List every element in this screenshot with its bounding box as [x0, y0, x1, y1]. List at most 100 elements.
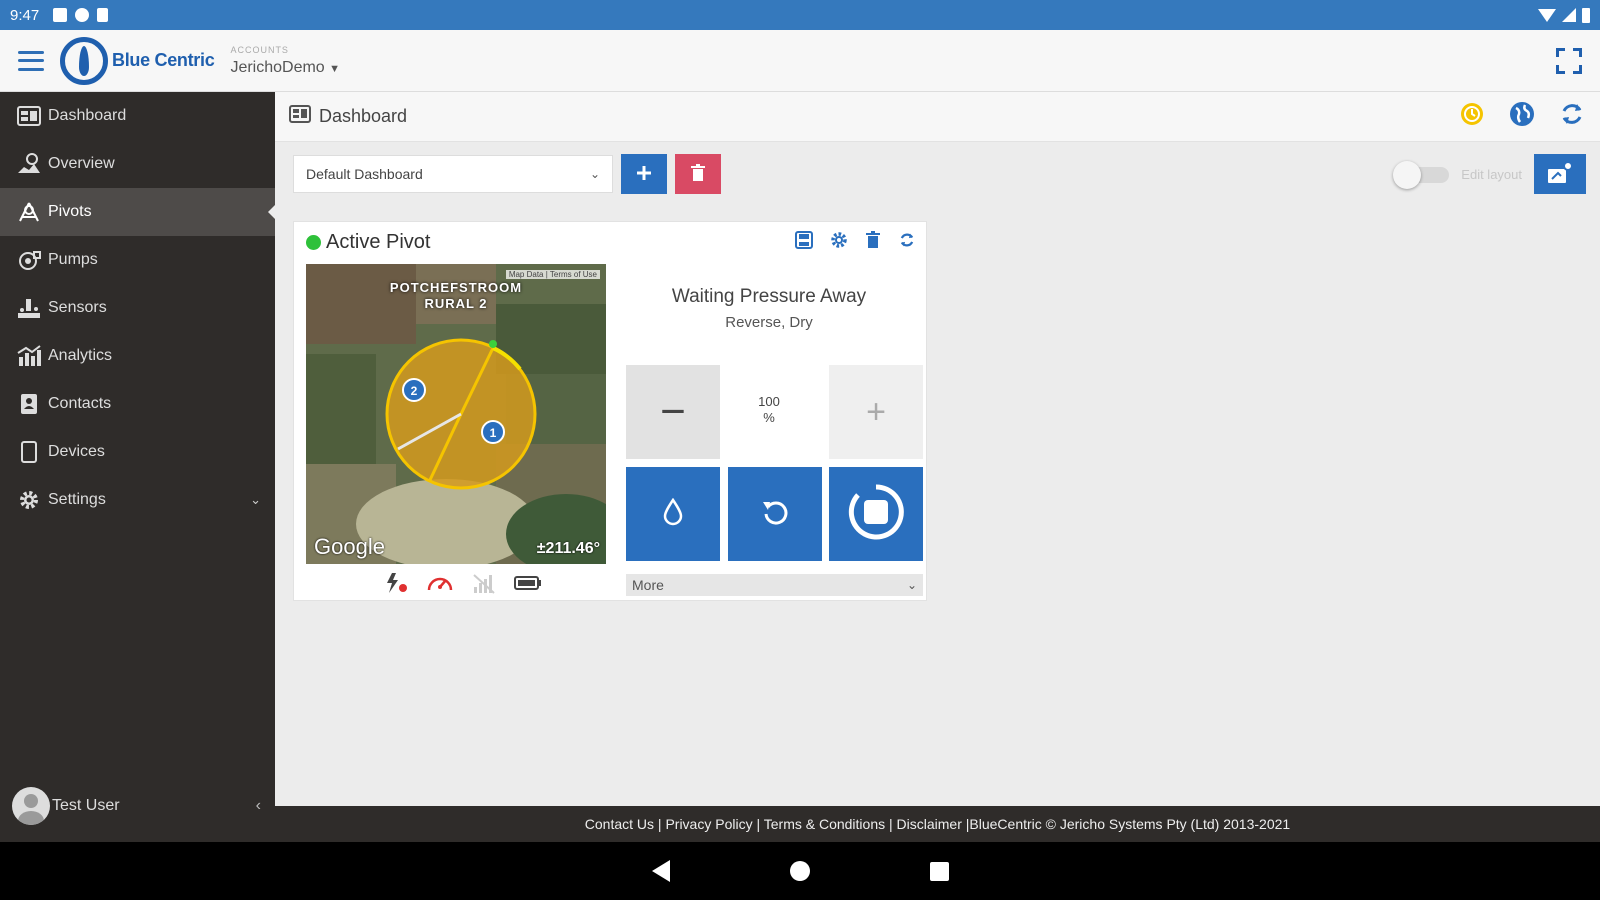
battery-icon [514, 575, 542, 596]
plus-icon: + [866, 392, 886, 431]
status-bar: 9:47 [0, 0, 1600, 30]
minus-icon: − [660, 387, 686, 436]
avatar [12, 787, 50, 825]
notification-icon [53, 8, 68, 22]
sidebar-item-label: Settings [48, 491, 106, 508]
dashboard-toolbar: Default Dashboard ⌄ Edit layout [275, 142, 1600, 206]
water-on-button[interactable] [626, 467, 720, 561]
overview-icon [16, 153, 42, 175]
sd-card-icon [97, 8, 109, 22]
power-fault-icon [384, 572, 408, 599]
svg-text:2: 2 [411, 384, 418, 398]
increase-speed-button[interactable]: + [829, 365, 923, 459]
logo-icon [60, 36, 108, 85]
weather-icon[interactable] [1458, 100, 1486, 133]
more-actions-label: More [632, 577, 664, 593]
sidebar-item-analytics[interactable]: Analytics [0, 332, 275, 380]
pivot-substate: Reverse, Dry [725, 314, 813, 331]
chevron-left-icon[interactable]: ‹ [256, 797, 261, 815]
sidebar-item-label: Sensors [48, 299, 107, 316]
logo: Blue Centric [60, 36, 215, 85]
signal-icon [1562, 8, 1576, 22]
speed-value: 100 [758, 394, 780, 409]
trash-icon[interactable] [865, 230, 881, 254]
speed-display: 100 % [739, 394, 799, 426]
globe-icon[interactable] [1508, 100, 1536, 133]
sidebar-item-label: Dashboard [48, 107, 127, 124]
android-nav-bar [0, 842, 1600, 900]
refresh-icon[interactable] [898, 231, 916, 254]
chevron-down-icon: ⌄ [589, 167, 600, 181]
sidebar: Dashboard Overview Pivots Pumps Sensors … [0, 92, 275, 842]
water-drop-icon [662, 497, 684, 531]
svg-text:1: 1 [490, 426, 497, 440]
more-actions-select[interactable]: More ⌄ [626, 574, 923, 596]
reverse-direction-button[interactable] [728, 467, 822, 561]
sidebar-item-dashboard[interactable]: Dashboard [0, 92, 275, 140]
sidebar-item-label: Devices [48, 443, 105, 460]
undo-icon [760, 497, 790, 532]
chevron-down-icon: ⌄ [250, 492, 261, 507]
footer: Contact Us | Privacy Policy | Terms & Co… [275, 806, 1600, 842]
stop-pivot-button[interactable] [829, 467, 923, 561]
share-icon [1547, 160, 1573, 188]
sidebar-item-label: Pivots [48, 203, 92, 220]
map-provider-logo: Google [314, 534, 385, 559]
sidebar-item-contacts[interactable]: Contacts [0, 380, 275, 428]
main-content: Dashboard Default Dashboard ⌄ Edit layou… [275, 92, 1600, 806]
notification-icon [75, 8, 90, 22]
save-icon[interactable] [795, 230, 813, 254]
add-dashboard-button[interactable] [621, 154, 667, 194]
sidebar-item-sensors[interactable]: Sensors [0, 284, 275, 332]
refresh-icon[interactable] [1558, 100, 1586, 133]
sidebar-item-pumps[interactable]: Pumps [0, 236, 275, 284]
back-icon[interactable] [651, 860, 670, 882]
gear-icon [16, 489, 42, 511]
user-name: Test User [52, 797, 120, 814]
pivot-icon [16, 201, 42, 223]
dashboard-select[interactable]: Default Dashboard ⌄ [293, 155, 613, 193]
edit-layout-toggle[interactable] [1393, 160, 1450, 189]
edit-layout-label: Edit layout [1461, 166, 1522, 182]
pivot-state: Waiting Pressure Away [671, 286, 867, 307]
status-indicator [306, 234, 321, 250]
contacts-icon [16, 393, 42, 415]
battery-icon [1582, 7, 1590, 23]
pivot-map[interactable]: 2 1 Map Data | Terms of Use POTCHEFSTROO… [306, 264, 606, 564]
menu-icon[interactable] [18, 50, 44, 71]
gear-icon[interactable] [830, 231, 848, 254]
speed-unit: % [763, 410, 775, 425]
account-name: JerichoDemo [230, 58, 325, 76]
app-header: Blue Centric ACCOUNTS JerichoDemo ▼ [0, 30, 1600, 92]
footer-links[interactable]: Contact Us | Privacy Policy | Terms & Co… [585, 816, 1290, 832]
decrease-speed-button[interactable]: − [626, 365, 720, 459]
dashboard-icon [289, 105, 311, 128]
trash-icon [690, 163, 706, 185]
pivot-status-icons [384, 572, 542, 599]
home-icon[interactable] [789, 861, 810, 881]
delete-dashboard-button[interactable] [675, 154, 721, 194]
sidebar-item-pivots[interactable]: Pivots [0, 188, 275, 236]
stop-icon [846, 482, 906, 547]
fullscreen-icon[interactable] [1556, 47, 1582, 74]
page-title: Dashboard [319, 106, 408, 126]
widget-title: Active Pivot [326, 230, 431, 253]
dashboard-select-value: Default Dashboard [306, 166, 423, 182]
account-select[interactable]: JerichoDemo ▼ [230, 59, 340, 77]
sidebar-item-settings[interactable]: Settings ⌄ [0, 476, 275, 524]
pump-icon [16, 249, 42, 271]
analytics-icon [16, 345, 42, 367]
map-attribution[interactable]: Map Data | Terms of Use [505, 270, 600, 279]
sidebar-item-devices[interactable]: Devices [0, 428, 275, 476]
sidebar-item-label: Pumps [48, 251, 98, 268]
status-time: 9:47 [10, 6, 40, 24]
dashboard-icon [16, 105, 42, 127]
recent-apps-icon[interactable] [929, 861, 949, 881]
sidebar-item-label: Contacts [48, 395, 112, 412]
plus-icon [636, 165, 652, 184]
page-header: Dashboard [275, 92, 1600, 142]
share-button[interactable] [1534, 154, 1586, 194]
sidebar-user[interactable]: Test User ‹ [0, 784, 275, 828]
sidebar-item-overview[interactable]: Overview [0, 140, 275, 188]
sensor-icon [16, 297, 42, 319]
